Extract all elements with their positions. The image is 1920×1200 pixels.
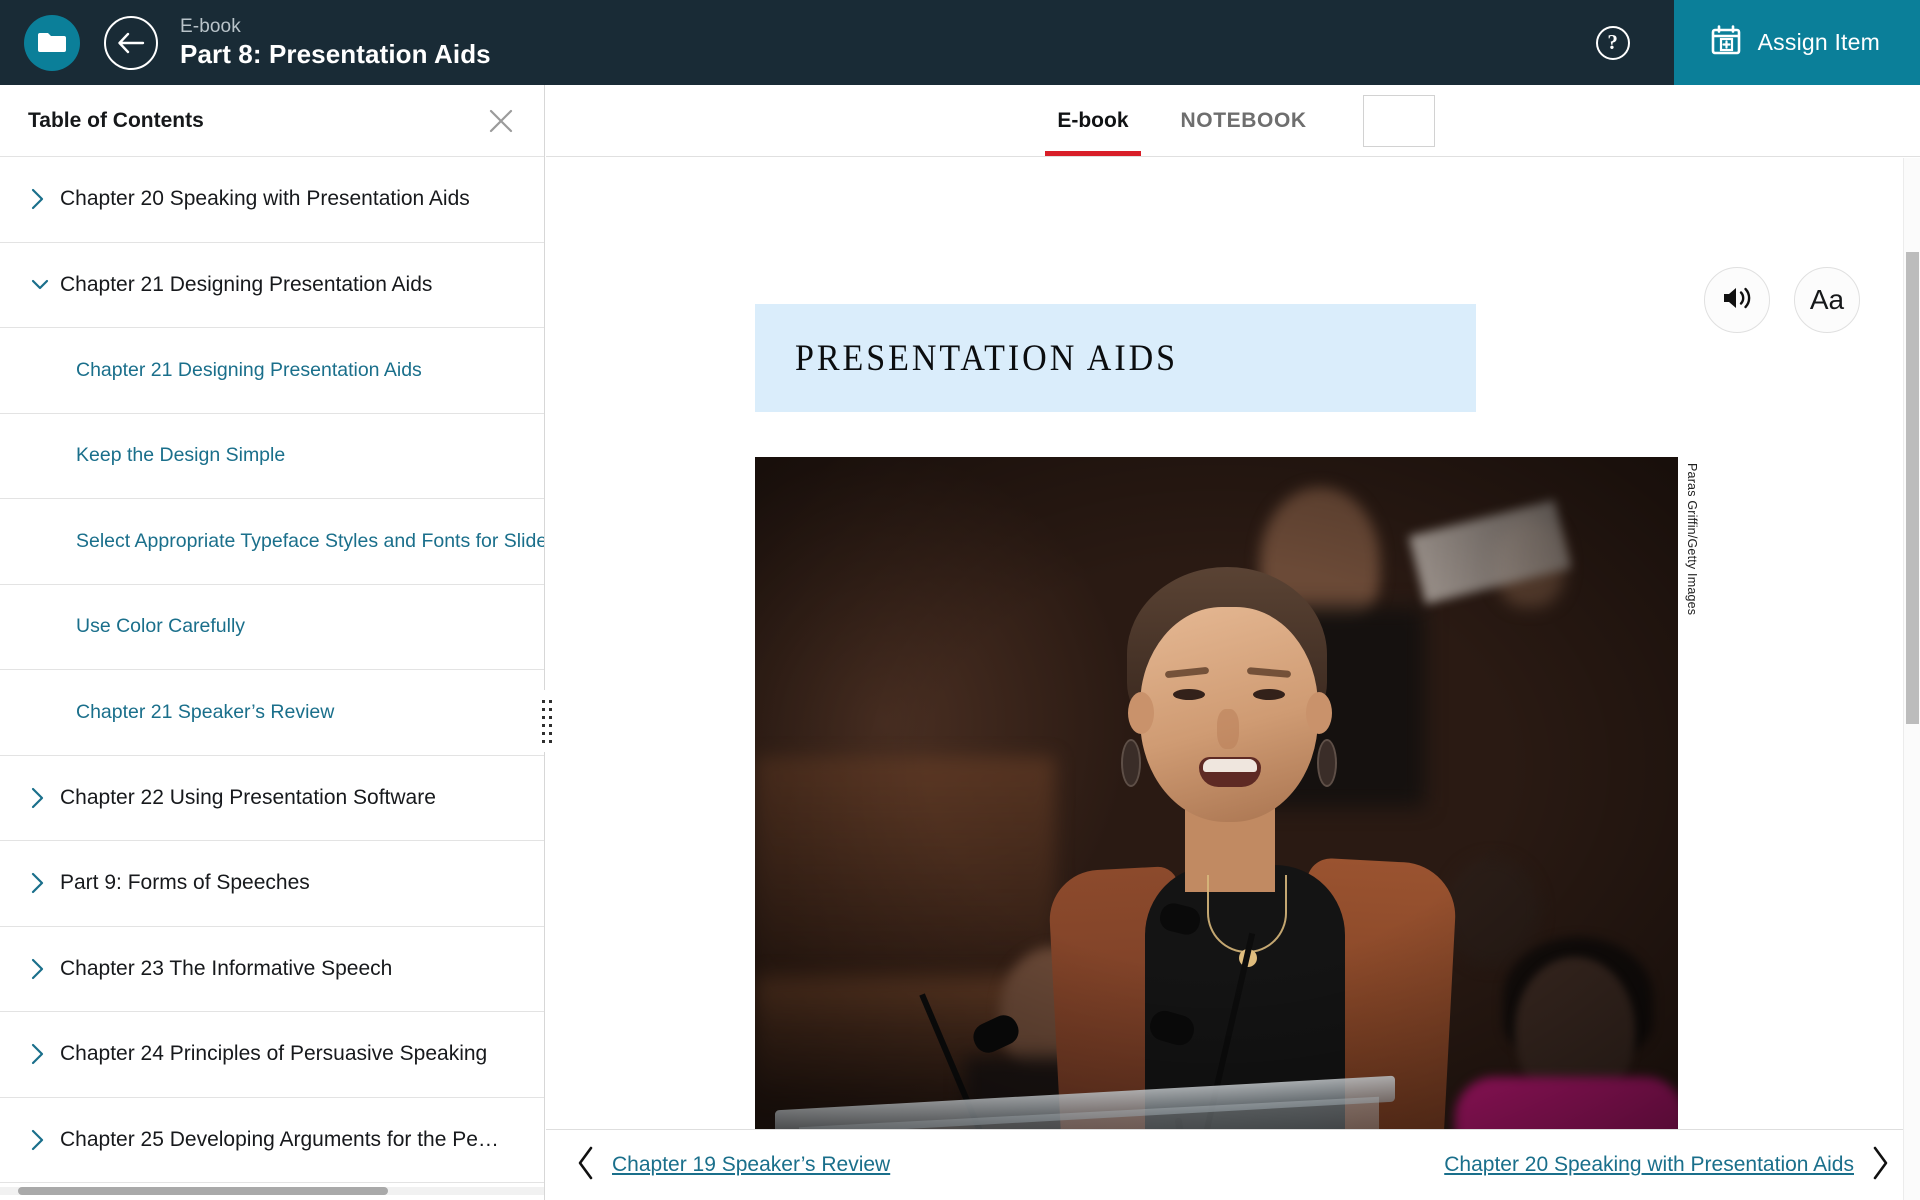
toc-list: Chapter 20 Speaking with Presentation Ai… (0, 157, 544, 1183)
reader-pane: E-book NOTEBOOK Aa PRESENTATION AIDS Par… (546, 85, 1920, 1200)
toc-item-label: Chapter 20 Speaking with Presentation Ai… (60, 187, 470, 211)
toc-item-label: Chapter 25 Developing Arguments for the … (60, 1127, 499, 1151)
toc-item-chapter-23[interactable]: Chapter 23 The Informative Speech (0, 927, 544, 1012)
top-app-bar: E-book Part 8: Presentation Aids ? Assig… (0, 0, 1920, 85)
toc-header: Table of Contents (0, 85, 544, 157)
toc-item-chapter-21[interactable]: Chapter 21 Designing Presentation Aids (0, 243, 544, 328)
page-vertical-scrollbar-thumb[interactable] (1906, 252, 1919, 724)
toc-item-label: Chapter 23 The Informative Speech (60, 956, 393, 980)
toc-subitem-chapter-21-speakers-review[interactable]: Chapter 21 Speaker’s Review (0, 670, 544, 756)
text-size-icon: Aa (1809, 284, 1845, 315)
chevron-right-icon (1870, 1146, 1890, 1185)
help-question-icon[interactable]: ? (1595, 25, 1630, 60)
chevron-right-icon[interactable] (30, 958, 56, 980)
toc-item-label: Keep the Design Simple (76, 444, 286, 467)
read-aloud-button[interactable] (1704, 267, 1770, 333)
chevron-right-icon[interactable] (30, 1129, 56, 1151)
chevron-right-icon[interactable] (30, 787, 56, 809)
chevron-down-icon[interactable] (30, 277, 56, 292)
toc-item-label: Chapter 21 Speaker’s Review (76, 700, 335, 723)
toc-subitem-chapter-21-designing[interactable]: Chapter 21 Designing Presentation Aids (0, 328, 544, 414)
page-vertical-scrollbar-track[interactable] (1903, 158, 1920, 1200)
toc-subitem-keep-design-simple[interactable]: Keep the Design Simple (0, 414, 544, 499)
toc-subitem-select-typeface[interactable]: Select Appropriate Typeface Styles and F… (0, 499, 544, 585)
toc-item-label: Use Color Carefully (76, 615, 246, 638)
chevron-right-icon[interactable] (30, 1043, 56, 1065)
toc-item-label: Part 9: Forms of Speeches (60, 871, 310, 895)
assign-item-label: Assign Item (1757, 29, 1880, 55)
grip-column-left (542, 699, 545, 743)
chapter-title-text: PRESENTATION AIDS (795, 337, 1179, 379)
toc-item-label: Chapter 22 Using Presentation Software (60, 785, 436, 809)
help-glyph: ? (1607, 30, 1618, 54)
breadcrumb-title-block: E-book Part 8: Presentation Aids (180, 16, 491, 69)
toc-item-part-9[interactable]: Part 9: Forms of Speeches (0, 841, 544, 927)
chevron-right-icon[interactable] (30, 872, 56, 894)
chevron-right-icon[interactable] (30, 188, 56, 210)
next-page-label: Chapter 20 Speaking with Presentation Ai… (1444, 1153, 1854, 1176)
text-size-button[interactable]: Aa (1794, 267, 1860, 333)
folder-icon (24, 14, 80, 71)
grip-column-right (549, 699, 552, 743)
speaker-photo (755, 457, 1678, 1129)
chevron-left-icon (576, 1146, 596, 1185)
chapter-figure: Paras Griffin/Getty Images (755, 457, 1699, 1129)
page-content-scroll-area: Aa PRESENTATION AIDS Paras Griffin/Getty… (546, 157, 1920, 1129)
toc-subitem-use-color-carefully[interactable]: Use Color Carefully (0, 585, 544, 670)
page-navigation-bar: Chapter 19 Speaker’s Review Chapter 20 S… (546, 1129, 1920, 1200)
reader-floating-controls: Aa (1704, 267, 1860, 333)
sidebar-resize-grip[interactable] (539, 690, 555, 752)
reader-tabbar: E-book NOTEBOOK (546, 85, 1920, 157)
breadcrumb-eyebrow: E-book (180, 15, 241, 37)
table-of-contents-sidebar: Table of Contents Chapter 20 Speaking wi… (0, 85, 545, 1200)
toc-item-label: Select Appropriate Typeface Styles and F… (76, 529, 545, 552)
page-title: Part 8: Presentation Aids (180, 39, 491, 70)
next-page-link[interactable]: Chapter 20 Speaking with Presentation Ai… (1444, 1146, 1890, 1185)
speaker-volume-icon (1721, 284, 1753, 317)
photo-credit: Paras Griffin/Getty Images (1685, 463, 1699, 616)
previous-page-label: Chapter 19 Speaker’s Review (612, 1153, 891, 1176)
chapter-title-banner: PRESENTATION AIDS (755, 304, 1476, 412)
toc-item-label: Chapter 21 Designing Presentation Aids (60, 272, 433, 296)
assign-item-button[interactable]: Assign Item (1673, 0, 1920, 85)
tab-ebook[interactable]: E-book (1031, 85, 1154, 156)
notebook-preview-box[interactable] (1362, 95, 1435, 147)
close-x-icon[interactable] (486, 106, 516, 136)
back-button[interactable] (104, 15, 158, 70)
toc-item-chapter-20[interactable]: Chapter 20 Speaking with Presentation Ai… (0, 157, 544, 243)
tab-notebook[interactable]: NOTEBOOK (1155, 85, 1333, 156)
toc-item-label: Chapter 21 Designing Presentation Aids (76, 358, 422, 381)
tab-ebook-label: E-book (1057, 108, 1129, 132)
toc-item-chapter-25[interactable]: Chapter 25 Developing Arguments for the … (0, 1098, 544, 1183)
toc-title: Table of Contents (28, 108, 204, 132)
sidebar-horizontal-scrollbar[interactable] (18, 1187, 388, 1195)
toc-item-label: Chapter 24 Principles of Persuasive Spea… (60, 1042, 488, 1066)
previous-page-link[interactable]: Chapter 19 Speaker’s Review (576, 1146, 890, 1185)
toc-item-chapter-24[interactable]: Chapter 24 Principles of Persuasive Spea… (0, 1012, 544, 1098)
tab-notebook-label: NOTEBOOK (1180, 108, 1307, 132)
calendar-plus-icon (1710, 24, 1742, 61)
toc-item-chapter-22[interactable]: Chapter 22 Using Presentation Software (0, 756, 544, 841)
